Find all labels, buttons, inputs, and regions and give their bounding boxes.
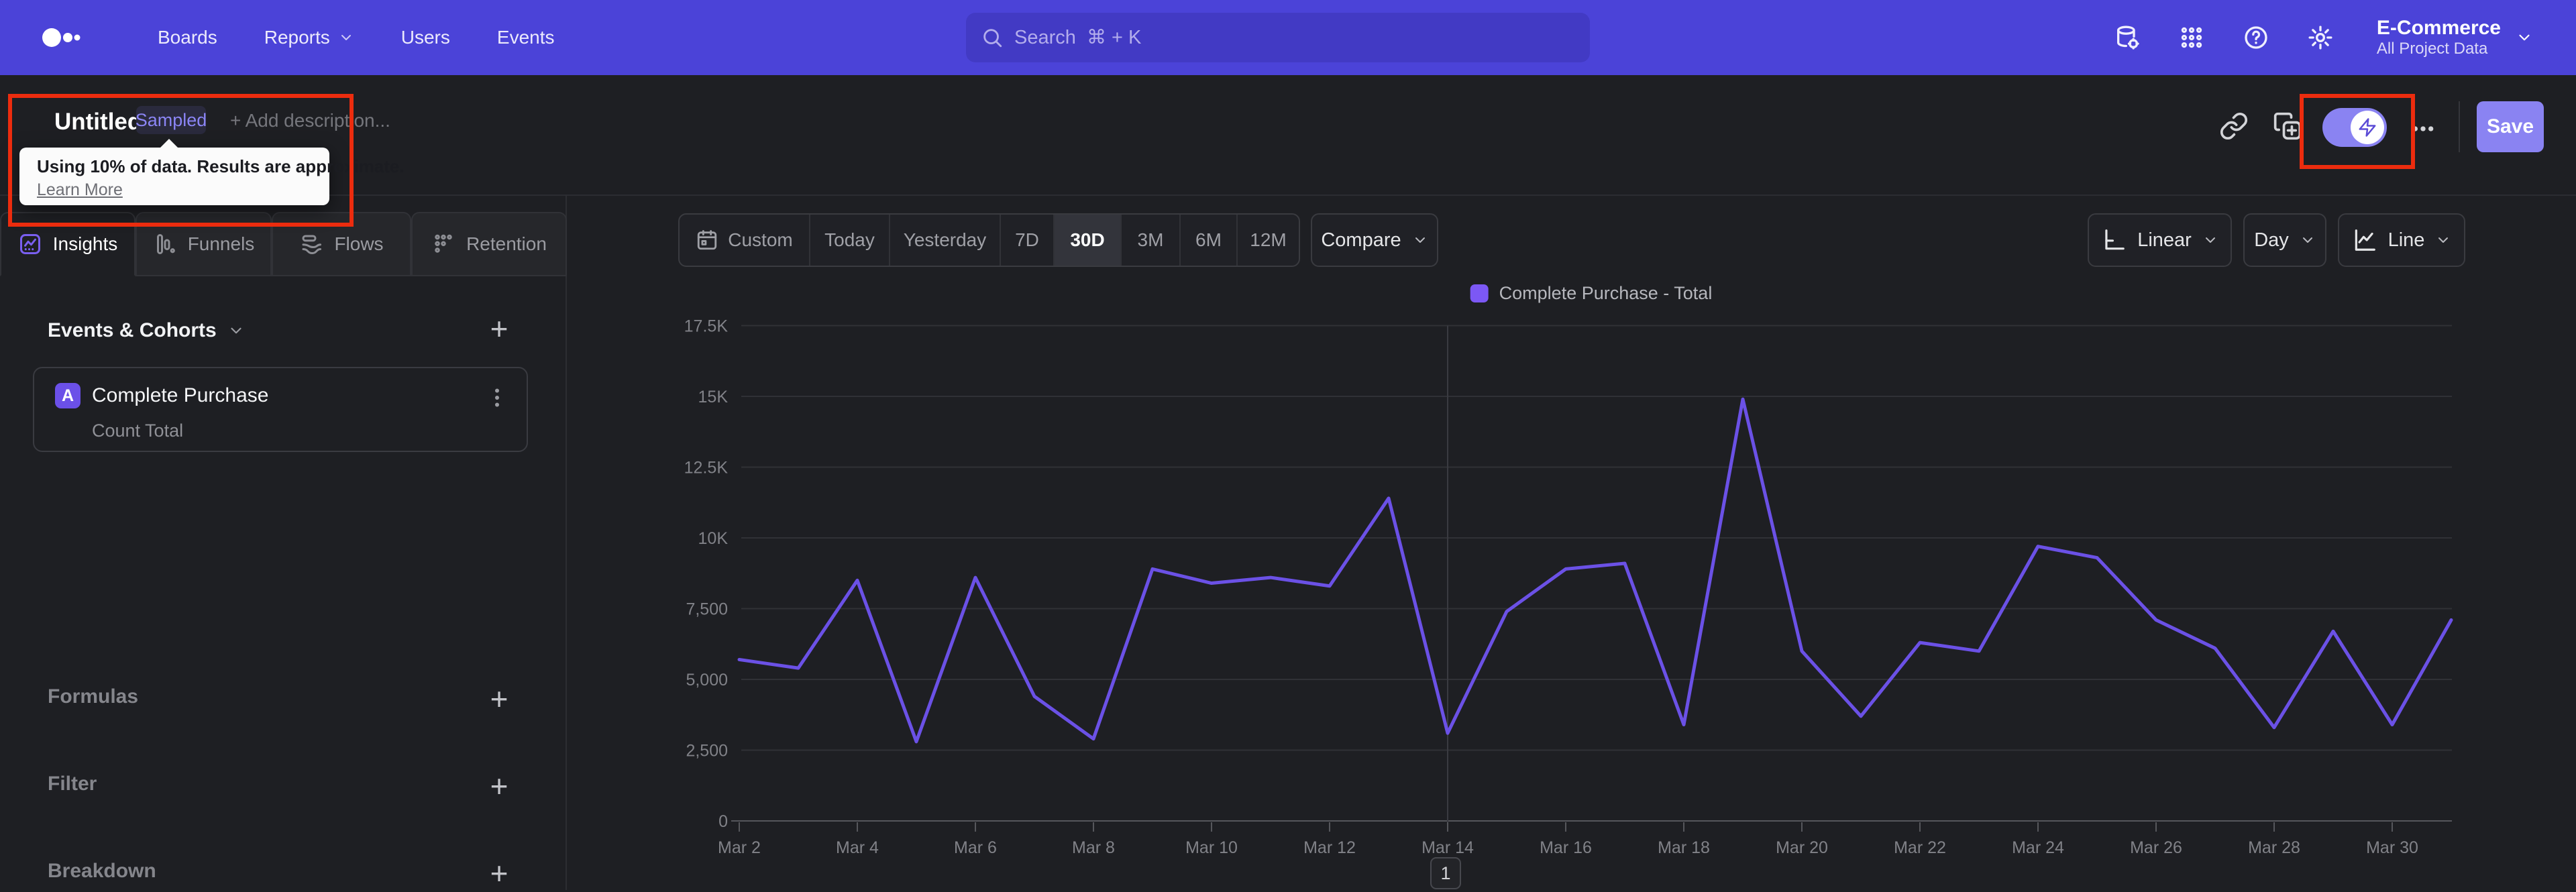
tab-flows[interactable]: Flows [272,212,411,276]
svg-text:Mar 4: Mar 4 [836,838,879,857]
search-input[interactable] [966,13,1590,62]
save-button[interactable]: Save [2477,101,2544,152]
tab-insights[interactable]: Insights [0,212,136,276]
top-nav: Boards Reports Users Events E-Commerce A… [0,0,2576,75]
settings-gear-icon[interactable] [2307,24,2334,51]
chevron-down-icon [338,30,354,46]
nav-right-cluster: E-Commerce All Project Data [2114,0,2576,75]
svg-text:Mar 6: Mar 6 [954,838,997,857]
nav-item-events[interactable]: Events [497,27,555,48]
svg-text:2,500: 2,500 [686,742,728,761]
svg-text:17.5K: 17.5K [684,317,729,336]
project-switcher[interactable]: E-Commerce All Project Data [2377,17,2533,58]
svg-text:Mar 14: Mar 14 [1421,838,1474,857]
toolbar-divider [2459,101,2460,152]
svg-text:0: 0 [718,812,728,831]
flows-icon [299,232,323,256]
tab-label: Insights [52,233,118,254]
nav-item-label: Events [496,27,555,48]
nav-links: Boards Reports Users Events [158,27,555,48]
svg-text:Mar 2: Mar 2 [718,838,761,857]
sampling-tooltip: Using 10% of data. Results are approxima… [19,139,405,205]
learn-more-link[interactable]: Learn More [37,180,123,200]
svg-text:Mar 30: Mar 30 [2366,838,2418,857]
breakdown-section: Breakdown + [0,854,567,892]
add-event-button[interactable]: + [480,310,518,347]
filter-label: Filter [48,773,97,795]
event-name: Complete Purchase [92,384,269,406]
apps-grid-icon[interactable] [2178,24,2205,51]
svg-text:Mar 24: Mar 24 [2012,838,2064,857]
svg-text:Mar 10: Mar 10 [1185,838,1238,857]
report-title-bar: Untitled Sampled + Add description... Sa… [0,75,2576,196]
nav-item-label: Users [400,27,450,48]
tooltip-caret [159,139,179,149]
mixpanel-logo[interactable] [38,19,119,56]
formulas-section: Formulas + [0,680,567,718]
nav-item-label: Boards [158,27,217,48]
svg-text:Mar 20: Mar 20 [1776,838,1828,857]
tab-label: Funnels [187,233,255,254]
add-breakdown-button[interactable]: + [480,854,518,892]
nav-item-reports[interactable]: Reports [264,27,354,48]
report-title[interactable]: Untitled [54,109,142,135]
retention-icon [431,232,455,256]
insights-icon [18,232,42,256]
line-chart[interactable]: 0 2,500 5,000 7,500 10K 12.5K 15K 17.5K Mar 2 Mar… [567,196,2576,890]
events-cohorts-header[interactable]: Events & Cohorts [48,319,245,342]
svg-text:7,500: 7,500 [686,600,728,619]
svg-text:5,000: 5,000 [686,671,728,689]
sampled-badge[interactable]: Sampled [136,106,207,134]
lightning-bolt-icon [2351,111,2384,144]
event-kebab-menu-icon[interactable] [485,386,509,410]
data-management-icon[interactable] [2114,24,2141,51]
svg-text:10K: 10K [698,529,729,548]
nav-item-boards[interactable]: Boards [158,27,217,48]
funnels-icon [153,232,177,256]
tab-label: Flows [334,233,384,254]
tab-retention[interactable]: Retention [411,212,567,276]
chevron-down-icon [227,322,245,339]
tooltip-text: Using 10% of data. Results are approxima… [37,156,405,176]
search [966,13,1590,62]
query-sidebar: Insights Funnels Flows Retention Events … [0,196,567,892]
project-scope: All Project Data [2376,40,2488,58]
project-name: E-Commerce [2376,17,2501,39]
event-row-complete-purchase[interactable]: A Complete Purchase Count Total [33,367,528,452]
svg-text:Mar 12: Mar 12 [1303,838,1356,857]
event-metric[interactable]: Count Total [92,421,183,441]
chevron-down-icon [2516,29,2533,46]
svg-text:Mar 8: Mar 8 [1072,838,1115,857]
duplicate-report-icon[interactable] [2273,111,2302,141]
filter-section: Filter + [0,767,567,805]
nav-item-users[interactable]: Users [401,27,450,48]
add-filter-button[interactable]: + [480,767,518,805]
events-cohorts-label: Events & Cohorts [48,319,217,341]
annotation-marker[interactable]: 1 [1430,857,1461,889]
formulas-label: Formulas [48,685,139,708]
tab-label: Retention [466,233,547,254]
add-description[interactable]: + Add description... [230,110,390,131]
svg-text:Mar 26: Mar 26 [2130,838,2182,857]
copy-link-icon[interactable] [2219,111,2249,141]
svg-text:12.5K: 12.5K [684,459,729,478]
add-formula-button[interactable]: + [480,680,518,718]
search-icon [981,26,1004,49]
nav-item-label: Reports [264,27,330,48]
breakdown-label: Breakdown [48,860,156,882]
tab-funnels[interactable]: Funnels [136,212,272,276]
event-letter-badge: A [55,383,80,408]
svg-text:15K: 15K [698,388,729,406]
quick-insights-toggle[interactable] [2322,108,2387,147]
more-options-icon[interactable] [2410,115,2439,145]
help-icon[interactable] [2243,24,2269,51]
svg-text:Mar 16: Mar 16 [1540,838,1592,857]
svg-text:Mar 18: Mar 18 [1658,838,1710,857]
svg-text:Mar 28: Mar 28 [2248,838,2300,857]
svg-text:Mar 22: Mar 22 [1894,838,1946,857]
chart-panel: Custom Today Yesterday 7D 30D 3M 6M 12M Compare… [567,196,2576,890]
report-tabs: Insights Funnels Flows Retention [0,212,567,276]
